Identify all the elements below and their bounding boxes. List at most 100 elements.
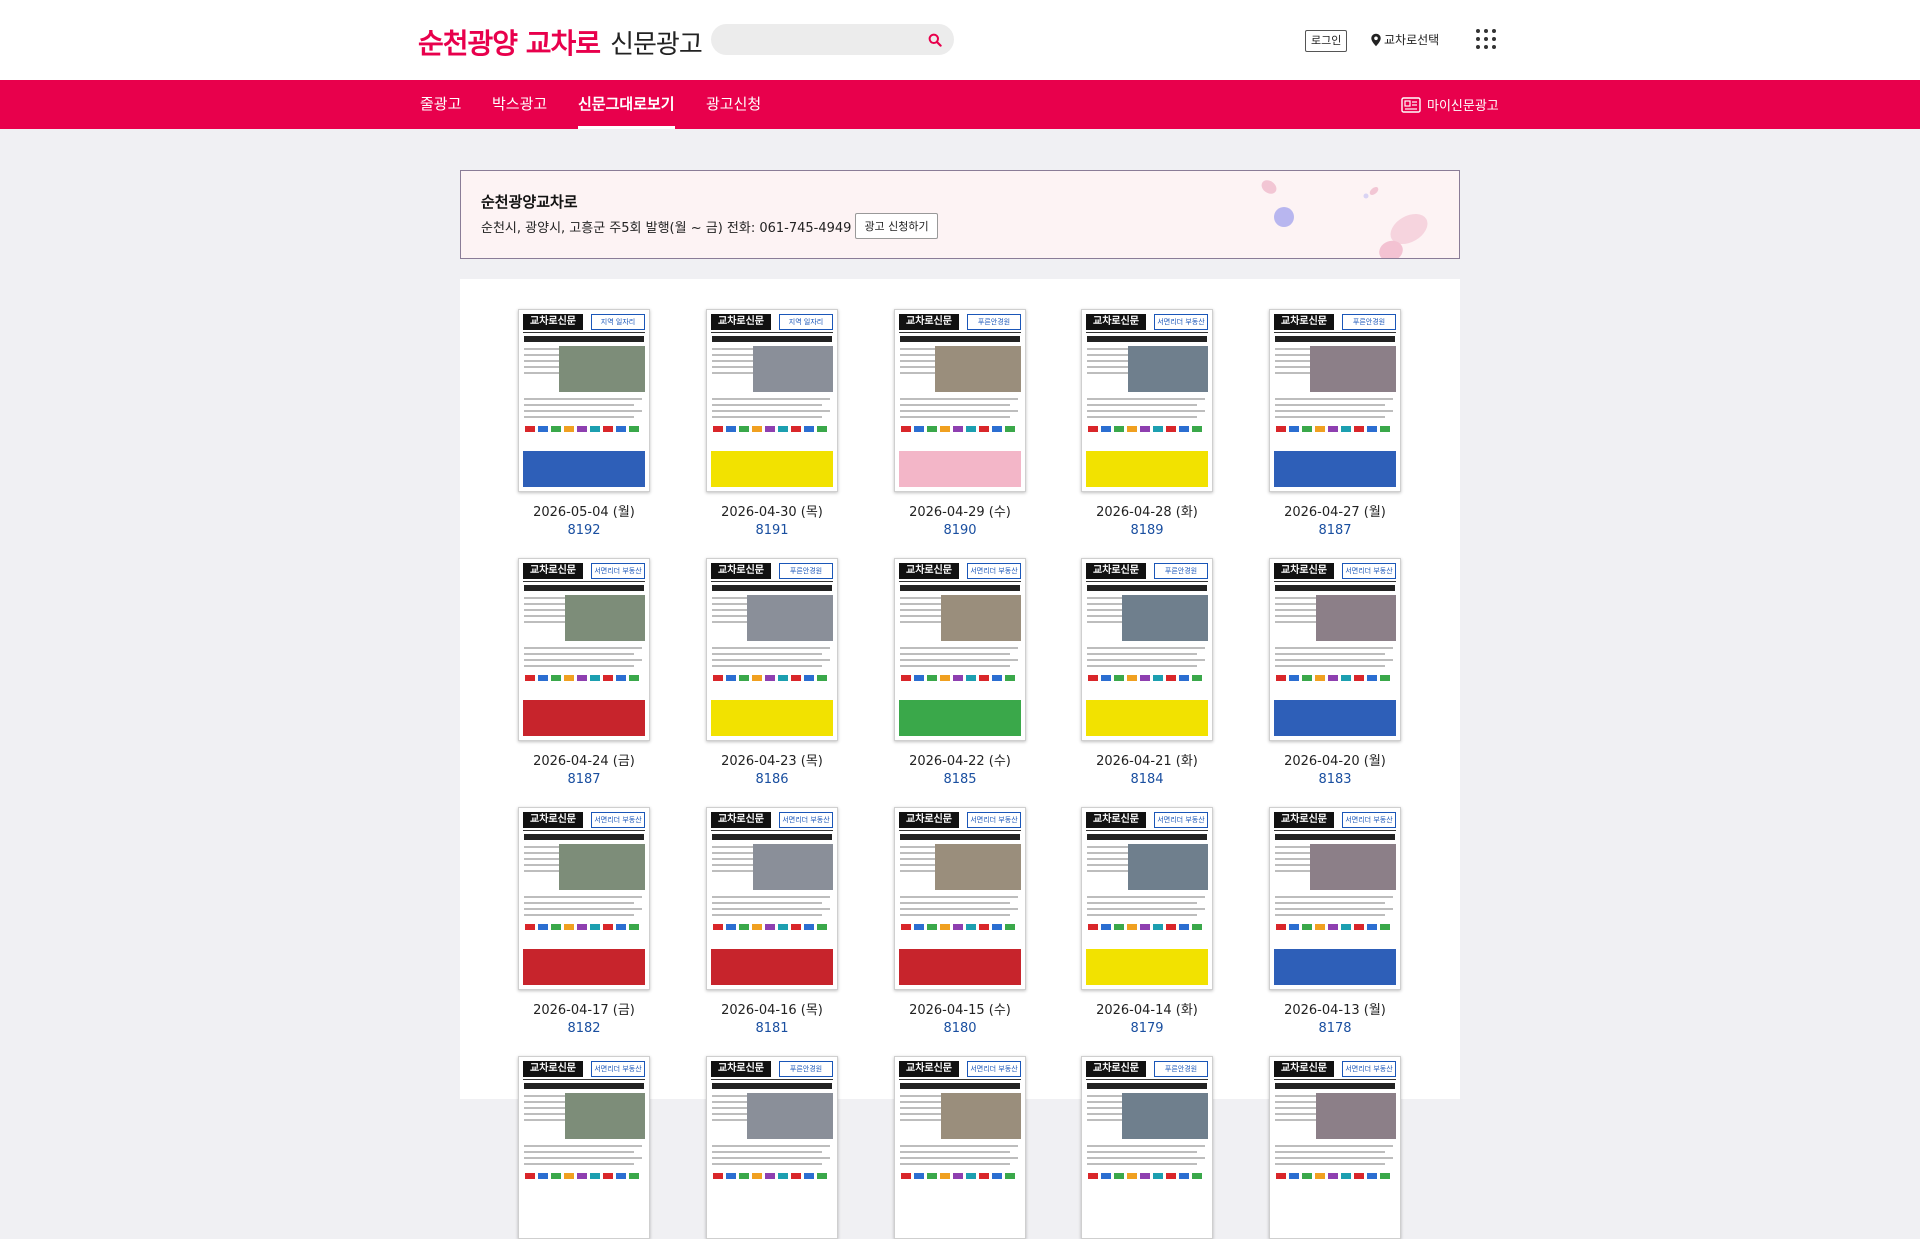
thumbnail-sponsor-tag: 서면리더 부동산 [591, 563, 645, 579]
issue-date[interactable]: 2026-04-20 (월) [1260, 750, 1410, 769]
logo-subtitle: 신문광고 [610, 30, 703, 60]
newspaper-issue[interactable]: 교차로신문 서면리더 부동산 [509, 1056, 659, 1239]
thumbnail-sponsor-tag: 푸른안경원 [1342, 314, 1396, 330]
newspaper-thumbnail[interactable]: 교차로신문 푸른안경원 [1269, 309, 1401, 492]
newspaper-thumbnail[interactable]: 교차로신문 서면리더 부동산 [518, 558, 650, 741]
nav-newspaper-view[interactable]: 신문그대로보기 [578, 80, 675, 129]
newspaper-issue[interactable]: 교차로신문 서면리더 부동산 [1260, 1056, 1410, 1239]
thumbnail-masthead: 교차로신문 [523, 812, 583, 828]
issue-number[interactable]: 8185 [885, 772, 1035, 787]
newspaper-thumbnail[interactable]: 교차로신문 서면리더 부동산 [706, 807, 838, 990]
issue-date[interactable]: 2026-04-30 (목) [697, 501, 847, 520]
newspaper-thumbnail[interactable]: 교차로신문 서면리더 부동산 [1269, 558, 1401, 741]
thumbnail-sponsor-tag: 서면리더 부동산 [779, 812, 833, 828]
thumbnail-sponsor-tag: 서면리더 부동산 [967, 812, 1021, 828]
issue-date[interactable]: 2026-04-21 (화) [1072, 750, 1222, 769]
issue-number[interactable]: 8190 [885, 523, 1035, 538]
site-logo[interactable]: 순천광양 교차로 신문광고 [418, 22, 703, 60]
newspaper-issue[interactable]: 교차로신문 푸른안경원 2026-04-27 (월) 8187 [1260, 309, 1410, 538]
newspaper-issue[interactable]: 교차로신문 서면리더 부동산 2026-04-14 (화) 8179 [1072, 807, 1222, 1036]
thumbnail-masthead: 교차로신문 [1086, 1061, 1146, 1077]
newspaper-issue[interactable]: 교차로신문 서면리더 부동산 2026-04-16 (목) 8181 [697, 807, 847, 1036]
issue-date[interactable]: 2026-04-29 (수) [885, 501, 1035, 520]
top-header: 순천광양 교차로 신문광고 로그인 교차로선택 [0, 0, 1920, 80]
issue-date[interactable]: 2026-04-15 (수) [885, 999, 1035, 1018]
issue-number[interactable]: 8181 [697, 1021, 847, 1036]
search-icon[interactable] [924, 29, 946, 51]
issue-number[interactable]: 8189 [1072, 523, 1222, 538]
newspaper-thumbnail[interactable]: 교차로신문 서면리더 부동산 [1269, 1056, 1401, 1239]
region-selector[interactable]: 교차로선택 [1370, 31, 1439, 48]
thumbnail-masthead: 교차로신문 [711, 563, 771, 579]
map-pin-icon [1371, 33, 1381, 46]
issue-number[interactable]: 8191 [697, 523, 847, 538]
newspaper-issue[interactable]: 교차로신문 푸른안경원 2026-04-23 (목) 8186 [697, 558, 847, 787]
issue-date[interactable]: 2026-05-04 (월) [509, 501, 659, 520]
nav-ad-request[interactable]: 광고신청 [706, 80, 761, 129]
apply-ad-button[interactable]: 광고 신청하기 [855, 213, 938, 239]
login-button[interactable]: 로그인 [1305, 30, 1348, 52]
newspaper-thumbnail[interactable]: 교차로신문 서면리더 부동산 [1269, 807, 1401, 990]
issue-date[interactable]: 2026-04-24 (금) [509, 750, 659, 769]
my-newspaper-ads-link[interactable]: 마이신문광고 [1401, 80, 1499, 129]
newspaper-thumbnail[interactable]: 교차로신문 푸른안경원 [1081, 558, 1213, 741]
newspaper-issue[interactable]: 교차로신문 지역 일자리 2026-04-30 (목) 8191 [697, 309, 847, 538]
newspaper-issue[interactable]: 교차로신문 서면리더 부동산 2026-04-22 (수) 8185 [885, 558, 1035, 787]
newspaper-issue[interactable]: 교차로신문 서면리더 부동산 2026-04-15 (수) 8180 [885, 807, 1035, 1036]
newspaper-thumbnail[interactable]: 교차로신문 푸른안경원 [706, 558, 838, 741]
search-input[interactable] [725, 29, 915, 50]
issue-date[interactable]: 2026-04-13 (월) [1260, 999, 1410, 1018]
newspaper-thumbnail[interactable]: 교차로신문 서면리더 부동산 [894, 558, 1026, 741]
thumbnail-masthead: 교차로신문 [899, 563, 959, 579]
issue-number[interactable]: 8179 [1072, 1021, 1222, 1036]
thumbnail-sponsor-tag: 서면리더 부동산 [591, 1061, 645, 1077]
newspaper-thumbnail[interactable]: 교차로신문 지역 일자리 [518, 309, 650, 492]
issue-date[interactable]: 2026-04-23 (목) [697, 750, 847, 769]
thumbnail-masthead: 교차로신문 [711, 812, 771, 828]
newspaper-thumbnail[interactable]: 교차로신문 서면리더 부동산 [894, 807, 1026, 990]
newspaper-issue[interactable]: 교차로신문 서면리더 부동산 [885, 1056, 1035, 1239]
issue-number[interactable]: 8178 [1260, 1021, 1410, 1036]
issue-number[interactable]: 8180 [885, 1021, 1035, 1036]
issue-date[interactable]: 2026-04-28 (화) [1072, 501, 1222, 520]
nav-line-ads[interactable]: 줄광고 [420, 80, 461, 129]
issue-number[interactable]: 8184 [1072, 772, 1222, 787]
thumbnail-masthead: 교차로신문 [1274, 812, 1334, 828]
newspaper-issue[interactable]: 교차로신문 서면리더 부동산 2026-04-24 (금) 8187 [509, 558, 659, 787]
issue-date[interactable]: 2026-04-27 (월) [1260, 501, 1410, 520]
newspaper-issue[interactable]: 교차로신문 서면리더 부동산 2026-04-20 (월) 8183 [1260, 558, 1410, 787]
issue-date[interactable]: 2026-04-16 (목) [697, 999, 847, 1018]
newspaper-thumbnail[interactable]: 교차로신문 서면리더 부동산 [1081, 807, 1213, 990]
newspaper-thumbnail[interactable]: 교차로신문 푸른안경원 [894, 309, 1026, 492]
newspaper-issue[interactable]: 교차로신문 푸른안경원 [697, 1056, 847, 1239]
newspaper-thumbnail[interactable]: 교차로신문 서면리더 부동산 [518, 807, 650, 990]
newspaper-issue[interactable]: 교차로신문 지역 일자리 2026-05-04 (월) 8192 [509, 309, 659, 538]
newspaper-thumbnail[interactable]: 교차로신문 서면리더 부동산 [1081, 309, 1213, 492]
newspaper-thumbnail[interactable]: 교차로신문 푸른안경원 [706, 1056, 838, 1239]
thumbnail-masthead: 교차로신문 [523, 563, 583, 579]
issue-number[interactable]: 8187 [509, 772, 659, 787]
newspaper-thumbnail[interactable]: 교차로신문 지역 일자리 [706, 309, 838, 492]
thumbnail-sponsor-tag: 서면리더 부동산 [1154, 314, 1208, 330]
newspaper-issue[interactable]: 교차로신문 푸른안경원 2026-04-29 (수) 8190 [885, 309, 1035, 538]
issue-number[interactable]: 8182 [509, 1021, 659, 1036]
newspaper-thumbnail[interactable]: 교차로신문 서면리더 부동산 [518, 1056, 650, 1239]
issue-number[interactable]: 8192 [509, 523, 659, 538]
newspaper-issue[interactable]: 교차로신문 서면리더 부동산 2026-04-13 (월) 8178 [1260, 807, 1410, 1036]
newspaper-issue[interactable]: 교차로신문 서면리더 부동산 2026-04-28 (화) 8189 [1072, 309, 1222, 538]
issue-number[interactable]: 8183 [1260, 772, 1410, 787]
newspaper-issue[interactable]: 교차로신문 푸른안경원 [1072, 1056, 1222, 1239]
issue-date[interactable]: 2026-04-14 (화) [1072, 999, 1222, 1018]
newspaper-issue[interactable]: 교차로신문 서면리더 부동산 2026-04-17 (금) 8182 [509, 807, 659, 1036]
issue-number[interactable]: 8186 [697, 772, 847, 787]
thumbnail-sponsor-tag: 지역 일자리 [591, 314, 645, 330]
nav-box-ads[interactable]: 박스광고 [492, 80, 547, 129]
apps-grid-icon[interactable] [1476, 29, 1496, 49]
thumbnail-sponsor-tag: 푸른안경원 [779, 1061, 833, 1077]
newspaper-thumbnail[interactable]: 교차로신문 서면리더 부동산 [894, 1056, 1026, 1239]
issue-number[interactable]: 8187 [1260, 523, 1410, 538]
issue-date[interactable]: 2026-04-22 (수) [885, 750, 1035, 769]
newspaper-thumbnail[interactable]: 교차로신문 푸른안경원 [1081, 1056, 1213, 1239]
newspaper-issue[interactable]: 교차로신문 푸른안경원 2026-04-21 (화) 8184 [1072, 558, 1222, 787]
issue-date[interactable]: 2026-04-17 (금) [509, 999, 659, 1018]
